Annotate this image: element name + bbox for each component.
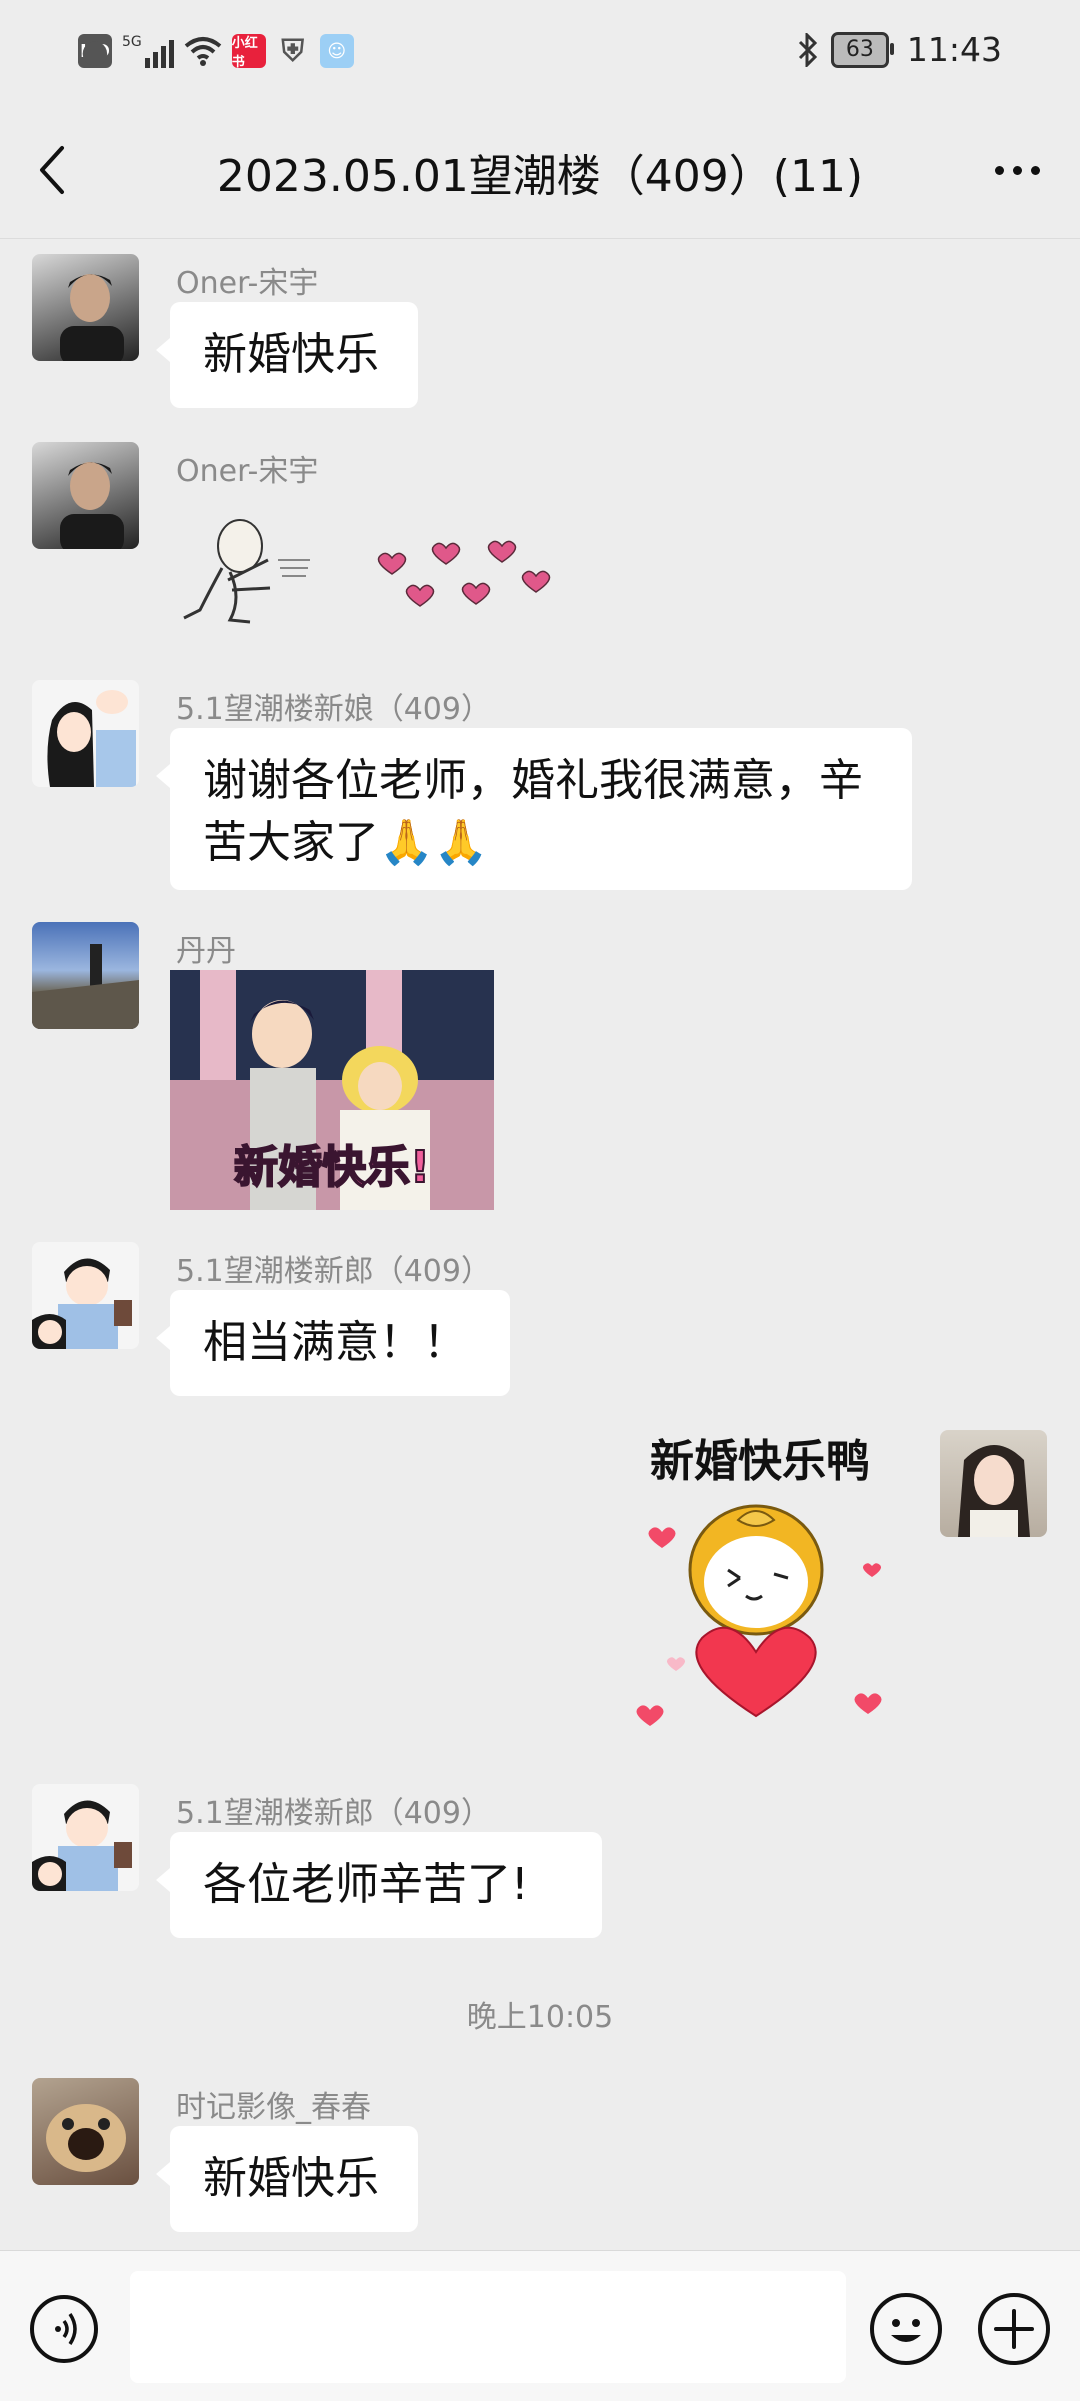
- avatar[interactable]: [32, 1242, 139, 1349]
- penguin-app-icon: ☺: [319, 34, 354, 68]
- sticker-caption: 新婚快乐鸭: [650, 1436, 870, 1487]
- avatar[interactable]: [32, 2078, 139, 2185]
- back-button[interactable]: [28, 140, 78, 200]
- dot: [1030, 165, 1040, 175]
- avatar[interactable]: [32, 1784, 139, 1891]
- sender-name: 时记影像_春春: [176, 2090, 371, 2125]
- dot: [994, 165, 1004, 175]
- chat-header: 2023.05.01望潮楼（409）(11): [0, 100, 1080, 239]
- message-input[interactable]: [130, 2271, 846, 2383]
- sticker-duck-heart[interactable]: 新婚快乐鸭: [620, 1420, 900, 1750]
- sender-name: 5.1望潮楼新郎（409）: [176, 1796, 491, 1831]
- sender-name: 丹丹: [176, 934, 236, 969]
- chat-bubble-icon: ●: [81, 32, 109, 70]
- input-bar: [0, 2250, 1080, 2401]
- sticker-running-hearts[interactable]: [170, 510, 560, 650]
- sender-name: 5.1望潮楼新郎（409）: [176, 1254, 491, 1289]
- avatar[interactable]: [32, 680, 139, 787]
- wedding-image[interactable]: 新婚快乐!: [170, 970, 494, 1210]
- message-bubble[interactable]: 相当满意！！: [156, 1290, 510, 1396]
- more-actions-button[interactable]: [978, 2293, 1050, 2365]
- sender-name: Oner-宋宇: [176, 454, 319, 489]
- avatar[interactable]: [32, 442, 139, 549]
- emoji-icon: [891, 2319, 921, 2342]
- message-bubble[interactable]: 各位老师辛苦了!: [156, 1832, 602, 1938]
- message-bubble[interactable]: 谢谢各位老师，婚礼我很满意，辛 苦大家了🙏🙏: [156, 728, 912, 890]
- message-bubble[interactable]: 新婚快乐: [156, 2126, 418, 2232]
- plus-icon: [994, 2309, 1034, 2349]
- shield-icon: ⛨: [281, 33, 305, 69]
- image-caption: 新婚快乐!: [234, 1142, 430, 1193]
- avatar[interactable]: [32, 922, 139, 1029]
- clock: 11:43: [906, 30, 1002, 69]
- status-bar: HD 5G 小红书 ● ⛨ ☺ 63 11:43: [0, 0, 1080, 100]
- self-avatar[interactable]: [940, 1430, 1047, 1537]
- timestamp: 晚上10:05: [466, 2000, 614, 2035]
- message-bubble[interactable]: 新婚快乐: [156, 302, 418, 408]
- xiaohongshu-icon: 小红书: [231, 34, 266, 70]
- message-line: 苦大家了🙏🙏: [203, 817, 489, 868]
- voice-icon: [55, 2313, 77, 2345]
- wifi-icon: [184, 37, 222, 66]
- more-options-button[interactable]: [982, 142, 1052, 198]
- sender-name: Oner-宋宇: [176, 266, 319, 301]
- sender-name: 5.1望潮楼新娘（409）: [176, 692, 491, 727]
- voice-input-button[interactable]: [30, 2295, 98, 2363]
- chat-title: 2023.05.01望潮楼（409）(11): [216, 151, 864, 202]
- emoji-button[interactable]: [870, 2293, 942, 2365]
- message-line: 谢谢各位老师，婚礼我很满意，辛: [203, 755, 863, 806]
- avatar[interactable]: [32, 254, 139, 361]
- bluetooth-icon: [798, 32, 818, 67]
- battery-icon: 63: [830, 31, 894, 68]
- battery-level: 63: [845, 37, 874, 62]
- dot: [1012, 165, 1022, 175]
- chevron-left-icon: [40, 146, 64, 194]
- network-label: 5G: [122, 34, 142, 50]
- signal-icon: 5G: [122, 34, 174, 68]
